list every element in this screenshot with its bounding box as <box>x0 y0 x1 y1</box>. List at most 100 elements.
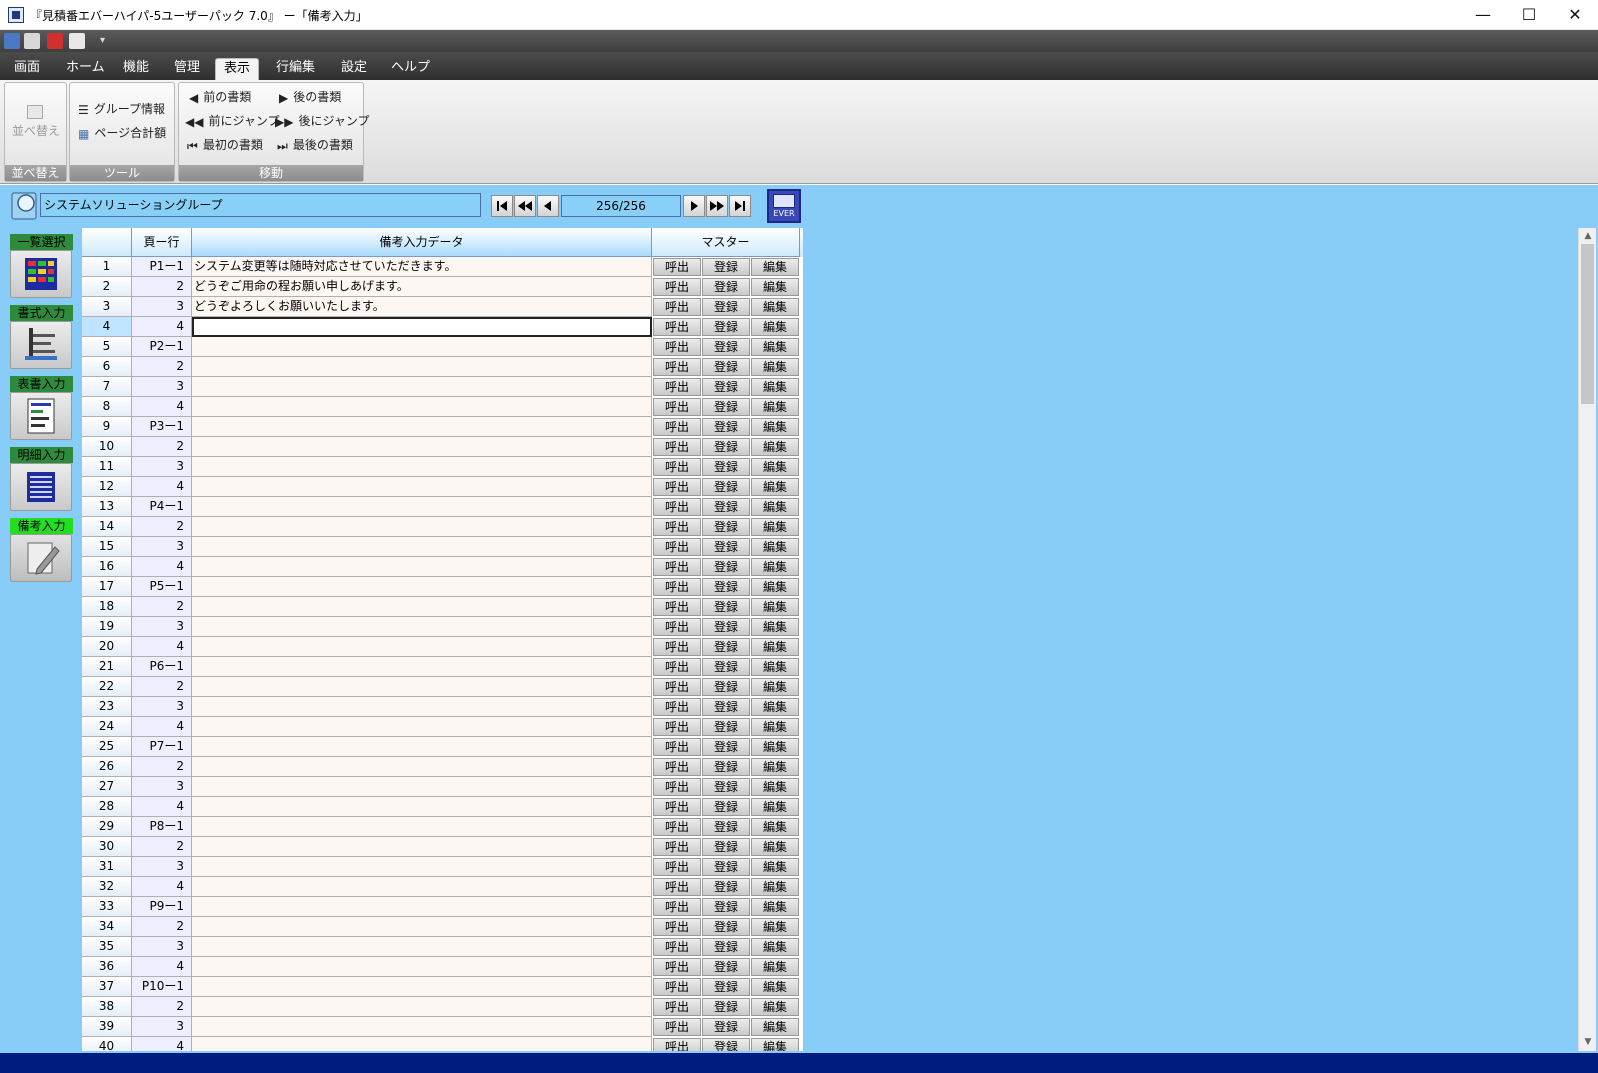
call-button[interactable]: 呼出 <box>653 918 701 936</box>
edit-button[interactable]: 編集 <box>751 338 799 356</box>
register-button[interactable]: 登録 <box>702 718 750 736</box>
next-doc-button[interactable]: ▶ 後の書類 <box>279 87 341 107</box>
edit-button[interactable]: 編集 <box>751 718 799 736</box>
call-button[interactable]: 呼出 <box>653 598 701 616</box>
remark-input-cell[interactable] <box>192 937 652 957</box>
register-button[interactable]: 登録 <box>702 458 750 476</box>
row-number[interactable]: 7 <box>82 377 132 397</box>
register-button[interactable]: 登録 <box>702 538 750 556</box>
row-number[interactable]: 23 <box>82 697 132 717</box>
row-number[interactable]: 6 <box>82 357 132 377</box>
register-button[interactable]: 登録 <box>702 298 750 316</box>
call-button[interactable]: 呼出 <box>653 498 701 516</box>
edit-button[interactable]: 編集 <box>751 898 799 916</box>
remark-input-cell[interactable] <box>192 517 652 537</box>
remark-input-cell[interactable] <box>192 697 652 717</box>
prev-doc-button[interactable]: ◀ 前の書類 <box>189 87 251 107</box>
tab-manage[interactable]: 管理 <box>166 58 208 80</box>
group-info-button[interactable]: ☰ グループ情報 <box>78 99 165 119</box>
edit-button[interactable]: 編集 <box>751 598 799 616</box>
call-button[interactable]: 呼出 <box>653 538 701 556</box>
nav-prev-button[interactable] <box>537 195 559 217</box>
call-button[interactable]: 呼出 <box>653 658 701 676</box>
register-button[interactable]: 登録 <box>702 938 750 956</box>
row-number[interactable]: 22 <box>82 677 132 697</box>
folder-search-icon[interactable] <box>10 189 40 221</box>
row-number[interactable]: 24 <box>82 717 132 737</box>
call-button[interactable]: 呼出 <box>653 1038 701 1051</box>
remark-input-cell[interactable] <box>192 957 652 977</box>
remark-input-cell[interactable] <box>192 557 652 577</box>
remark-input-cell[interactable] <box>192 877 652 897</box>
call-button[interactable]: 呼出 <box>653 698 701 716</box>
remark-input-cell[interactable] <box>192 897 652 917</box>
edit-button[interactable]: 編集 <box>751 458 799 476</box>
row-number[interactable]: 5 <box>82 337 132 357</box>
remark-input-cell[interactable] <box>192 657 652 677</box>
remark-input-cell[interactable] <box>192 817 652 837</box>
remark-input-cell[interactable]: システム変更等は随時対応させていただきます。 <box>192 257 652 277</box>
remark-input-cell[interactable] <box>192 717 652 737</box>
remark-input-cell[interactable] <box>192 317 652 337</box>
tab-function[interactable]: 機能 <box>115 58 157 80</box>
edit-button[interactable]: 編集 <box>751 978 799 996</box>
call-button[interactable]: 呼出 <box>653 938 701 956</box>
edit-button[interactable]: 編集 <box>751 558 799 576</box>
edit-button[interactable]: 編集 <box>751 678 799 696</box>
register-button[interactable]: 登録 <box>702 558 750 576</box>
remark-input-cell[interactable] <box>192 977 652 997</box>
register-button[interactable]: 登録 <box>702 638 750 656</box>
remark-input-cell[interactable] <box>192 397 652 417</box>
edit-button[interactable]: 編集 <box>751 378 799 396</box>
edit-button[interactable]: 編集 <box>751 1018 799 1036</box>
print-icon[interactable] <box>24 33 40 49</box>
tab-help[interactable]: ヘルプ <box>383 58 438 80</box>
nav-first-button[interactable] <box>491 195 513 217</box>
call-button[interactable]: 呼出 <box>653 738 701 756</box>
row-number[interactable]: 37 <box>82 977 132 997</box>
edit-button[interactable]: 編集 <box>751 318 799 336</box>
call-button[interactable]: 呼出 <box>653 838 701 856</box>
edit-button[interactable]: 編集 <box>751 418 799 436</box>
edit-button[interactable]: 編集 <box>751 498 799 516</box>
edit-button[interactable]: 編集 <box>751 958 799 976</box>
nav-jump-next-button[interactable] <box>706 195 728 217</box>
register-button[interactable]: 登録 <box>702 958 750 976</box>
register-button[interactable]: 登録 <box>702 818 750 836</box>
edit-button[interactable]: 編集 <box>751 518 799 536</box>
edit-button[interactable]: 編集 <box>751 698 799 716</box>
remark-input-cell[interactable] <box>192 577 652 597</box>
call-button[interactable]: 呼出 <box>653 958 701 976</box>
edit-button[interactable]: 編集 <box>751 1038 799 1051</box>
edit-button[interactable]: 編集 <box>751 738 799 756</box>
row-number[interactable]: 2 <box>82 277 132 297</box>
remark-input-cell[interactable] <box>192 537 652 557</box>
call-button[interactable]: 呼出 <box>653 718 701 736</box>
register-button[interactable]: 登録 <box>702 738 750 756</box>
row-number[interactable]: 20 <box>82 637 132 657</box>
minimize-button[interactable]: — <box>1460 0 1506 30</box>
call-button[interactable]: 呼出 <box>653 298 701 316</box>
edit-button[interactable]: 編集 <box>751 858 799 876</box>
group-name-field[interactable]: システムソリューショングループ <box>40 193 481 217</box>
sidebar-item-cover-input[interactable] <box>10 392 72 440</box>
row-number[interactable]: 28 <box>82 797 132 817</box>
jump-next-button[interactable]: ▶▶ 後にジャンプ <box>275 111 370 131</box>
remark-input-cell[interactable] <box>192 917 652 937</box>
row-number[interactable]: 15 <box>82 537 132 557</box>
remark-input-cell[interactable] <box>192 1017 652 1037</box>
row-number[interactable]: 4 <box>82 317 132 337</box>
row-number[interactable]: 21 <box>82 657 132 677</box>
nav-jump-prev-button[interactable] <box>514 195 536 217</box>
edit-button[interactable]: 編集 <box>751 838 799 856</box>
row-number[interactable]: 26 <box>82 757 132 777</box>
sidebar-item-format-input[interactable] <box>10 321 72 369</box>
register-button[interactable]: 登録 <box>702 1038 750 1051</box>
edit-button[interactable]: 編集 <box>751 298 799 316</box>
tab-home[interactable]: ホーム <box>58 58 113 80</box>
call-button[interactable]: 呼出 <box>653 378 701 396</box>
call-button[interactable]: 呼出 <box>653 358 701 376</box>
register-button[interactable]: 登録 <box>702 878 750 896</box>
row-number[interactable]: 34 <box>82 917 132 937</box>
register-button[interactable]: 登録 <box>702 358 750 376</box>
